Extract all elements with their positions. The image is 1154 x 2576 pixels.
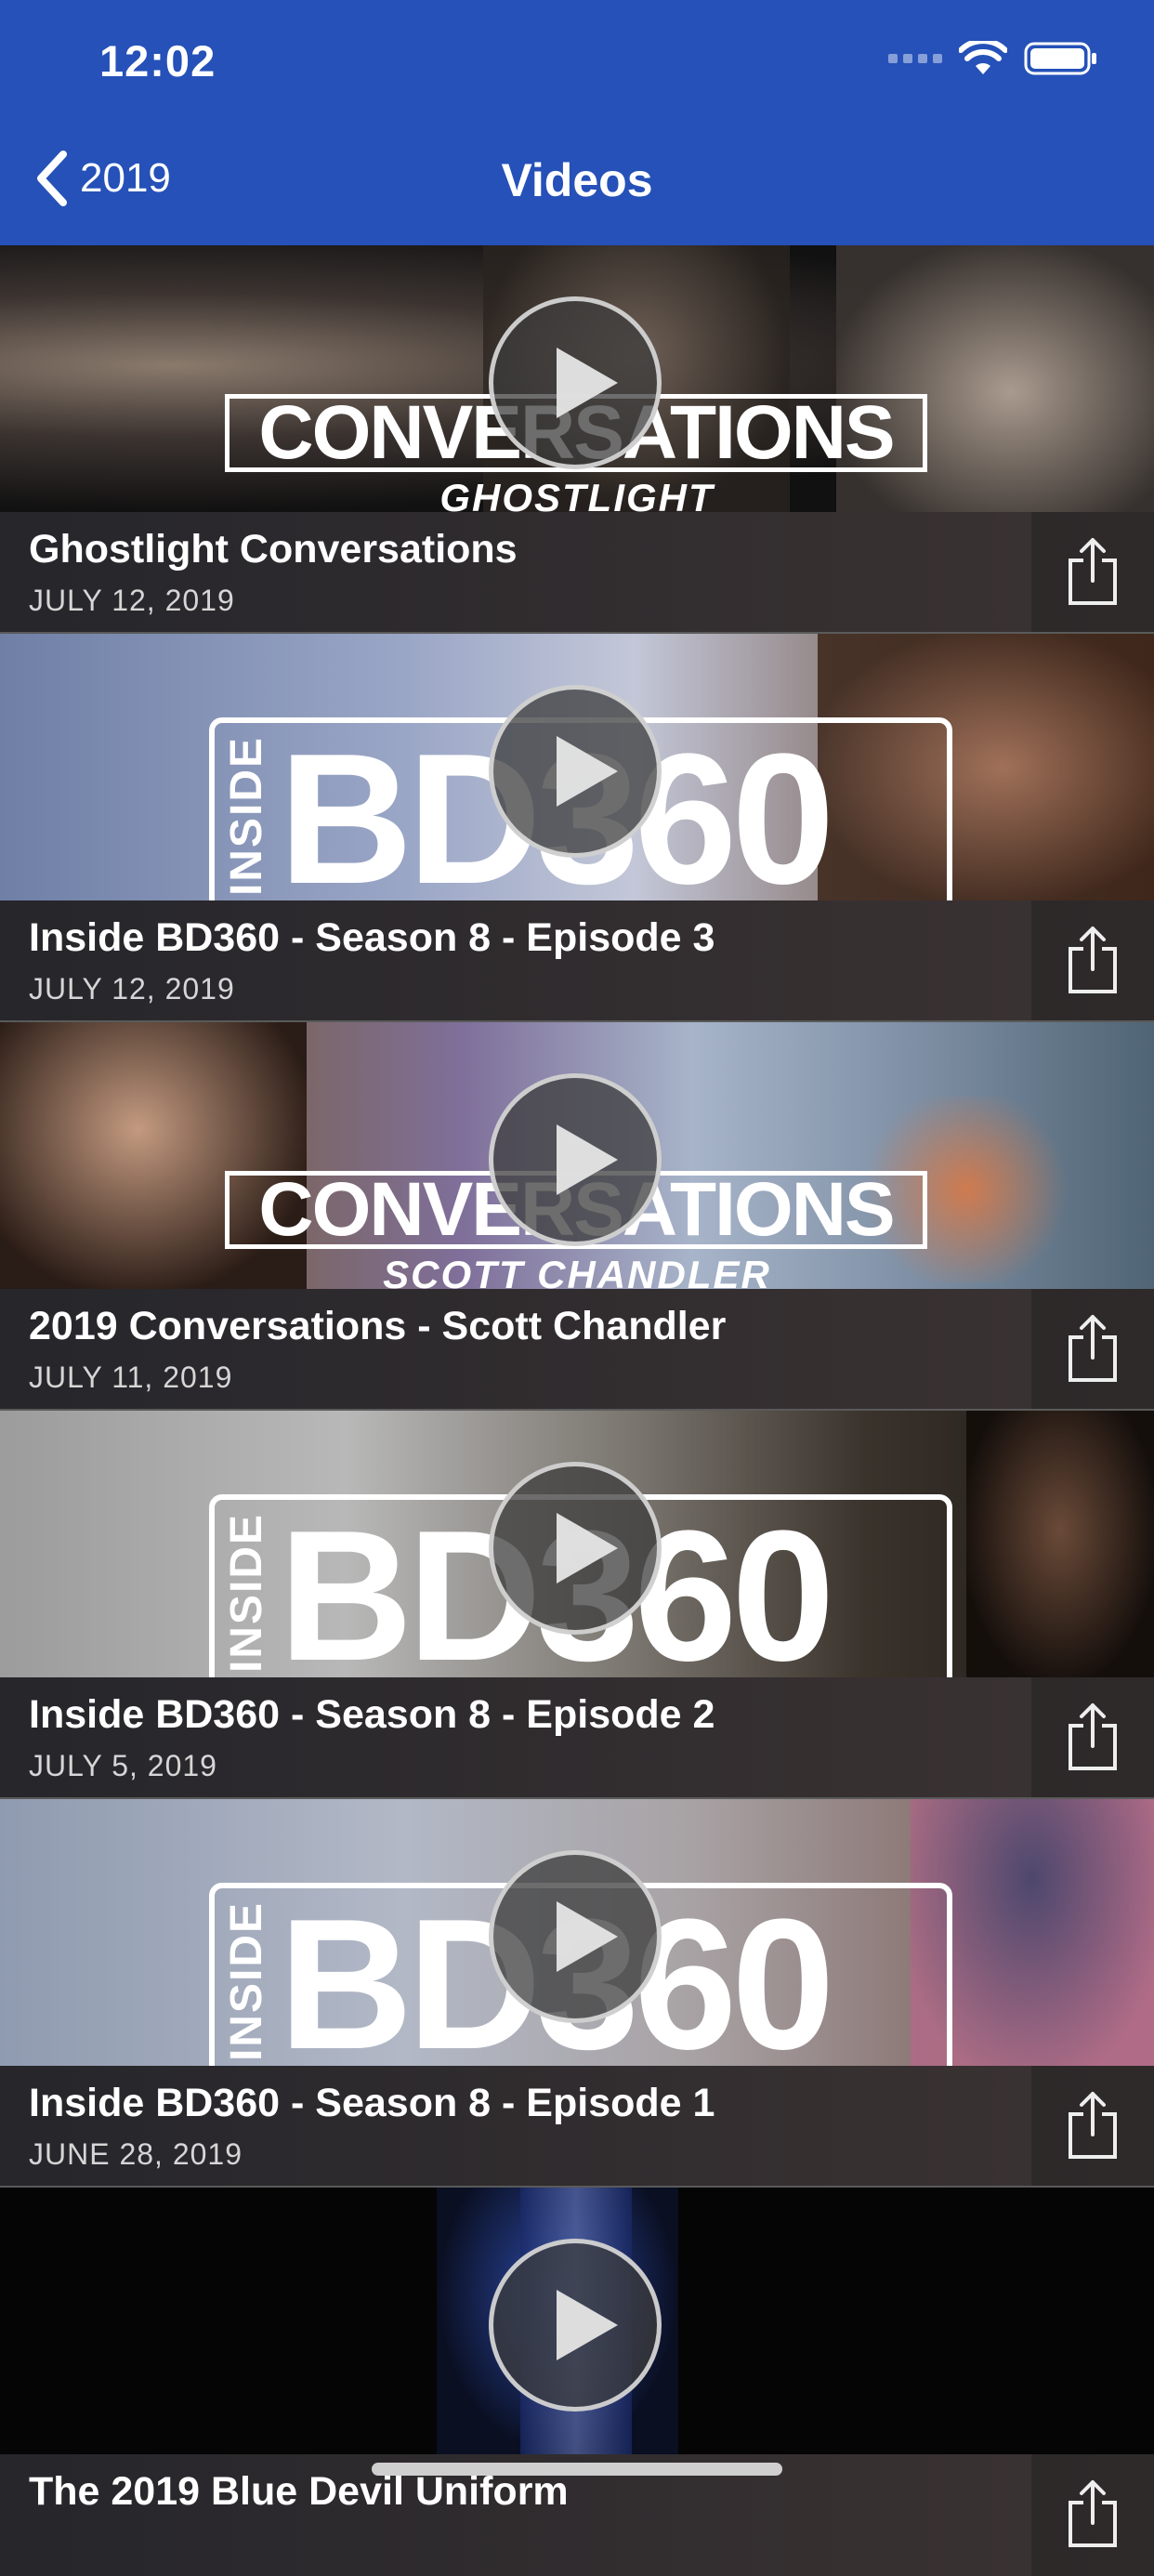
video-date: JULY 11, 2019: [29, 1360, 233, 1394]
share-button[interactable]: [1031, 900, 1154, 1020]
video-row[interactable]: The 2019 Blue Devil Uniform: [0, 2188, 1154, 2576]
thumbnail-subtitle: INSIDE: [222, 736, 271, 897]
share-icon: [1069, 1703, 1117, 1770]
share-icon: [1069, 2480, 1117, 2547]
play-icon[interactable]: [489, 1850, 662, 2023]
share-button[interactable]: [1031, 512, 1154, 632]
video-date: JULY 12, 2019: [29, 584, 235, 617]
video-caption: Ghostlight Conversations JULY 12, 2019: [0, 512, 1154, 632]
video-thumbnail[interactable]: INSIDE BD360: [0, 1799, 1154, 2066]
play-icon[interactable]: [489, 685, 662, 858]
thumbnail-subtitle: INSIDE: [222, 1901, 271, 2062]
video-date: JULY 12, 2019: [29, 972, 235, 1005]
wifi-icon: [959, 41, 1007, 74]
video-row[interactable]: INSIDE BD360 Inside BD360 - Season 8 - E…: [0, 1799, 1154, 2188]
thumbnail-subtitle: INSIDE: [222, 1513, 271, 1674]
share-icon: [1069, 2092, 1117, 2159]
share-icon: [1069, 927, 1117, 993]
video-title: Inside BD360 - Season 8 - Episode 3: [29, 915, 715, 960]
thumbnail-subtitle: SCOTT CHANDLER: [383, 1253, 771, 1289]
video-row[interactable]: INSIDE BD360 Inside BD360 - Season 8 - E…: [0, 1411, 1154, 1799]
share-button[interactable]: [1031, 1289, 1154, 1409]
thumbnail-subtitle: GHOSTLIGHT: [439, 476, 715, 512]
video-thumbnail[interactable]: [0, 2188, 1154, 2454]
video-thumbnail[interactable]: INSIDE BD360: [0, 1411, 1154, 1677]
video-date: JUNE 28, 2019: [29, 2137, 243, 2171]
status-indicators: [888, 41, 1098, 76]
video-caption: Inside BD360 - Season 8 - Episode 2 JULY…: [0, 1677, 1154, 1797]
share-icon: [1069, 538, 1117, 605]
video-thumbnail[interactable]: CONVERSATIONS GHOSTLIGHT: [0, 245, 1154, 512]
play-icon[interactable]: [489, 2239, 662, 2412]
share-button[interactable]: [1031, 2066, 1154, 2186]
share-icon: [1069, 1315, 1117, 1382]
video-title: 2019 Conversations - Scott Chandler: [29, 1304, 727, 1348]
cellular-signal-icon: [888, 54, 942, 63]
video-title: Inside BD360 - Season 8 - Episode 2: [29, 1692, 715, 1737]
video-list: CONVERSATIONS GHOSTLIGHT Ghostlight Conv…: [0, 245, 1154, 2576]
video-caption: Inside BD360 - Season 8 - Episode 1 JUNE…: [0, 2066, 1154, 2186]
video-title: Ghostlight Conversations: [29, 527, 518, 572]
video-row[interactable]: CONVERSATIONS SCOTT CHANDLER 2019 Conver…: [0, 1022, 1154, 1411]
share-button[interactable]: [1031, 2454, 1154, 2576]
navigation-header: 12:02 2019 Videos: [0, 0, 1154, 245]
share-button[interactable]: [1031, 1677, 1154, 1797]
video-thumbnail[interactable]: CONVERSATIONS SCOTT CHANDLER: [0, 1022, 1154, 1289]
video-caption: Inside BD360 - Season 8 - Episode 3 JULY…: [0, 900, 1154, 1020]
play-icon[interactable]: [489, 1462, 662, 1635]
battery-icon: [1024, 42, 1096, 75]
play-icon[interactable]: [489, 296, 662, 469]
video-caption: 2019 Conversations - Scott Chandler JULY…: [0, 1289, 1154, 1409]
page-title: Videos: [501, 154, 653, 206]
video-row[interactable]: INSIDE BD360 Inside BD360 - Season 8 - E…: [0, 634, 1154, 1022]
video-title: The 2019 Blue Devil Uniform: [29, 2469, 569, 2514]
play-icon[interactable]: [489, 1073, 662, 1246]
status-time: 12:02: [99, 36, 216, 85]
video-row[interactable]: CONVERSATIONS GHOSTLIGHT Ghostlight Conv…: [0, 245, 1154, 634]
video-date: JULY 5, 2019: [29, 1749, 217, 1782]
video-title: Inside BD360 - Season 8 - Episode 1: [29, 2081, 715, 2125]
video-thumbnail[interactable]: INSIDE BD360: [0, 634, 1154, 900]
home-indicator[interactable]: [372, 2463, 782, 2476]
